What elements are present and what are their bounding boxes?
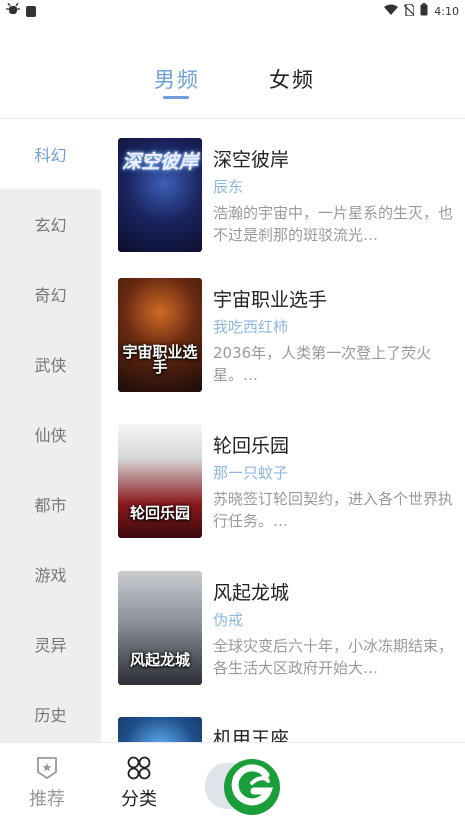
book-description: 苏晓签订轮回契约，进入各个世界执行任务。… bbox=[213, 490, 453, 530]
book-description: 2036年，人类第一次登上了荧火星。… bbox=[213, 344, 432, 384]
cover-title: 轮回乐园 bbox=[129, 504, 190, 523]
book-title[interactable]: 机甲王座 bbox=[213, 724, 289, 742]
nav-recommend-label: 推荐 bbox=[29, 789, 65, 810]
bug-icon bbox=[6, 2, 20, 19]
book-item[interactable]: 轮回乐园 轮回乐园 那一只蚊子 苏晓签订轮回契约，进入各个世界执行任务。… bbox=[118, 424, 458, 540]
sidebar-item-history[interactable]: 历史 bbox=[0, 679, 101, 742]
badge-star-icon bbox=[37, 757, 57, 780]
sidebar-item-fantasy[interactable]: 奇幻 bbox=[0, 259, 101, 329]
sidebar-item-game[interactable]: 游戏 bbox=[0, 539, 101, 609]
notification-icon bbox=[26, 5, 36, 17]
book-item[interactable]: 深空彼岸 深空彼岸 辰东 浩瀚的宇宙中，一片星系的生灭，也不过是刹那的斑驳流光… bbox=[118, 138, 458, 254]
status-time: 4:10 bbox=[434, 4, 459, 18]
cover-title: 风起龙城 bbox=[129, 651, 190, 670]
book-title[interactable]: 风起龙城 bbox=[213, 578, 289, 605]
cover-title: 深空彼岸 bbox=[122, 151, 199, 173]
book-title[interactable]: 轮回乐园 bbox=[213, 431, 289, 458]
status-bar: 4:10 bbox=[0, 0, 465, 22]
sidebar-item-scifi[interactable]: 科幻 bbox=[0, 119, 101, 189]
book-cover[interactable]: 风起龙城 bbox=[118, 571, 202, 685]
book-cover[interactable]: 轮回乐园 bbox=[118, 424, 202, 538]
tab-female[interactable]: 女频 bbox=[269, 64, 315, 94]
category-grid-icon bbox=[127, 756, 151, 780]
nav-category[interactable]: 分类 bbox=[109, 755, 169, 811]
sidebar-item-urban[interactable]: 都市 bbox=[0, 469, 101, 539]
book-author[interactable]: 辰东 bbox=[213, 176, 243, 197]
book-author[interactable]: 伪戒 bbox=[213, 609, 243, 630]
sidebar-item-supernatural[interactable]: 灵异 bbox=[0, 609, 101, 679]
book-cover[interactable] bbox=[118, 717, 202, 742]
cover-title: 宇宙职业选手 bbox=[122, 342, 198, 377]
book-title[interactable]: 宇宙职业选手 bbox=[213, 285, 327, 312]
bottom-nav: 推荐 分类 bbox=[0, 742, 465, 828]
tab-male[interactable]: 男频 bbox=[154, 64, 200, 94]
book-description: 全球灾变后六十年，小冰冻期结束，各生活大区政府开始大… bbox=[213, 637, 453, 677]
no-sim-icon bbox=[403, 2, 415, 19]
active-tab-indicator bbox=[163, 96, 189, 99]
book-list: 深空彼岸 深空彼岸 辰东 浩瀚的宇宙中，一片星系的生灭，也不过是刹那的斑驳流光…… bbox=[101, 119, 465, 742]
book-cover[interactable]: 宇宙职业选手 bbox=[118, 278, 202, 392]
gender-tabs: 男频 女频 bbox=[0, 60, 465, 110]
nav-category-label: 分类 bbox=[121, 789, 157, 810]
category-sidebar: 科幻 玄幻 奇幻 武侠 仙侠 都市 游戏 灵异 历史 bbox=[0, 119, 101, 742]
battery-icon bbox=[420, 3, 428, 19]
sidebar-item-wuxia[interactable]: 武侠 bbox=[0, 329, 101, 399]
sidebar-item-xuanhuan[interactable]: 玄幻 bbox=[0, 189, 101, 259]
book-item[interactable]: 宇宙职业选手 宇宙职业选手 我吃西红柿 2036年，人类第一次登上了荧火星。… bbox=[118, 278, 458, 394]
book-author[interactable]: 我吃西红柿 bbox=[213, 316, 288, 337]
nav-recommend[interactable]: 推荐 bbox=[17, 755, 77, 811]
g-logo-icon bbox=[224, 759, 280, 815]
sidebar-item-xianxia[interactable]: 仙侠 bbox=[0, 399, 101, 469]
book-title[interactable]: 深空彼岸 bbox=[213, 145, 289, 172]
book-author[interactable]: 那一只蚊子 bbox=[213, 462, 288, 483]
wifi-icon bbox=[384, 4, 399, 18]
book-cover[interactable]: 深空彼岸 bbox=[118, 138, 202, 252]
book-description: 浩瀚的宇宙中，一片星系的生灭，也不过是刹那的斑驳流光… bbox=[213, 204, 453, 244]
book-item[interactable]: 机甲王座 bbox=[118, 717, 458, 742]
book-item[interactable]: 风起龙城 风起龙城 伪戒 全球灾变后六十年，小冰冻期结束，各生活大区政府开始大… bbox=[118, 571, 458, 687]
